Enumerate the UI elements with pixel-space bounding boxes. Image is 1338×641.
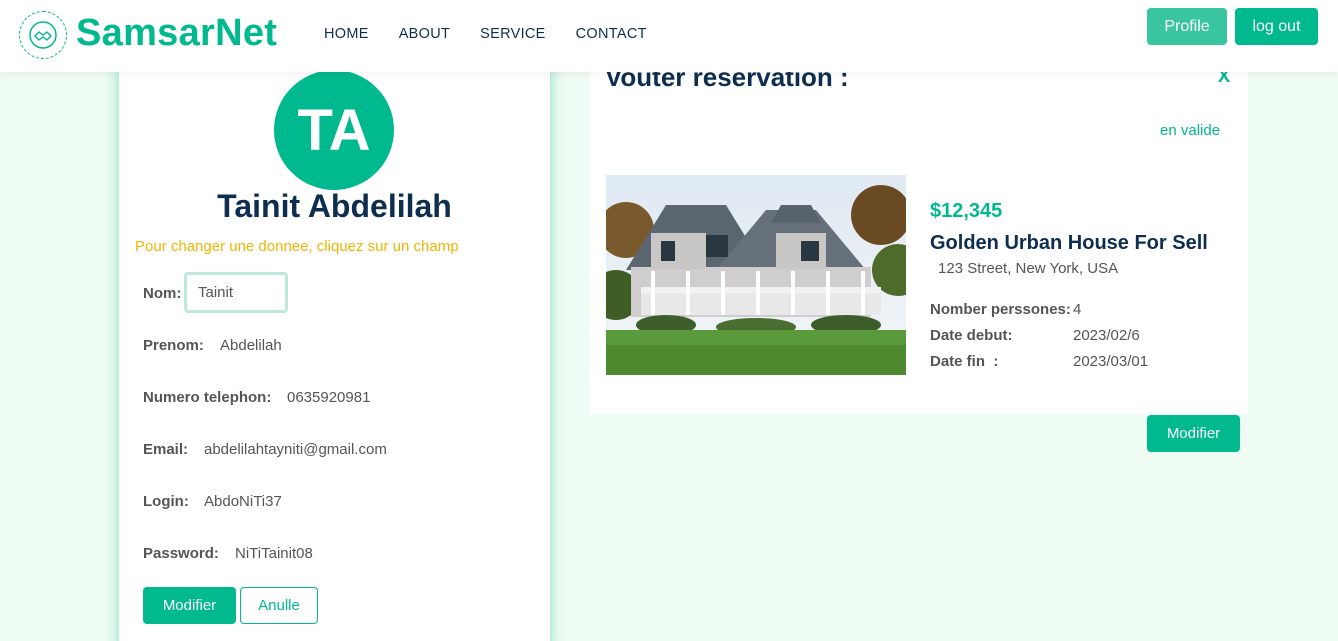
nom-input[interactable] xyxy=(184,272,288,313)
avatar: TA xyxy=(274,70,394,190)
profile-annule-button[interactable]: Anulle xyxy=(240,587,318,624)
password-label: Password: xyxy=(143,545,219,562)
telephone-label: Numero telephon: xyxy=(143,389,272,406)
persons-value: 4 xyxy=(1073,301,1082,318)
profile-card: TA Tainit Abdelilah Pour changer une don… xyxy=(119,40,550,641)
date-fin-value: 2023/03/01 xyxy=(1073,353,1149,370)
persons-label: Nomber perssones: xyxy=(930,301,1071,318)
password-value[interactable]: NiTiTainit08 xyxy=(235,545,313,562)
date-debut-label: Date debut: xyxy=(930,327,1013,344)
nom-label: Nom: xyxy=(143,285,182,302)
house-image xyxy=(606,175,906,375)
edit-hint: Pour changer une donnee, cliquez sur un … xyxy=(135,238,459,255)
nav-home[interactable]: HOME xyxy=(324,26,369,42)
logo-icon[interactable] xyxy=(19,11,67,59)
email-value[interactable]: abdelilahtayniti@gmail.com xyxy=(204,441,387,458)
login-label: Login: xyxy=(143,493,189,510)
profile-button[interactable]: Profile xyxy=(1147,8,1227,45)
nav-service[interactable]: SERVICE xyxy=(480,26,546,42)
handshake-icon xyxy=(29,21,57,49)
prenom-value[interactable]: Abdelilah xyxy=(220,337,282,354)
nav-contact[interactable]: CONTACT xyxy=(576,26,647,42)
prenom-label: Prenom: xyxy=(143,337,204,354)
status-badge: en valide xyxy=(1160,122,1221,139)
brand-name[interactable]: SamsarNet xyxy=(76,12,277,55)
date-debut-value: 2023/02/6 xyxy=(1073,327,1140,344)
login-value[interactable]: AbdoNiTi37 xyxy=(204,493,282,510)
top-navbar: SamsarNet HOME ABOUT SERVICE CONTACT Pro… xyxy=(0,0,1338,72)
house-address: 123 Street, New York, USA xyxy=(938,260,1119,277)
profile-full-name: Tainit Abdelilah xyxy=(217,188,452,224)
main-nav: HOME ABOUT SERVICE CONTACT xyxy=(324,26,647,42)
reservation-modifier-button[interactable]: Modifier xyxy=(1147,415,1240,452)
house-title: Golden Urban House For Sell xyxy=(930,232,1208,254)
telephone-value[interactable]: 0635920981 xyxy=(287,389,370,406)
reservation-panel: Vouter reservation : X en valide $12,345… xyxy=(590,48,1248,414)
house-price: $12,345 xyxy=(930,200,1003,222)
profile-modifier-button[interactable]: Modifier xyxy=(143,587,236,624)
logout-button[interactable]: log out xyxy=(1235,8,1318,45)
date-fin-label: Date fin : xyxy=(930,353,999,370)
email-label: Email: xyxy=(143,441,189,458)
nav-about[interactable]: ABOUT xyxy=(399,26,450,42)
